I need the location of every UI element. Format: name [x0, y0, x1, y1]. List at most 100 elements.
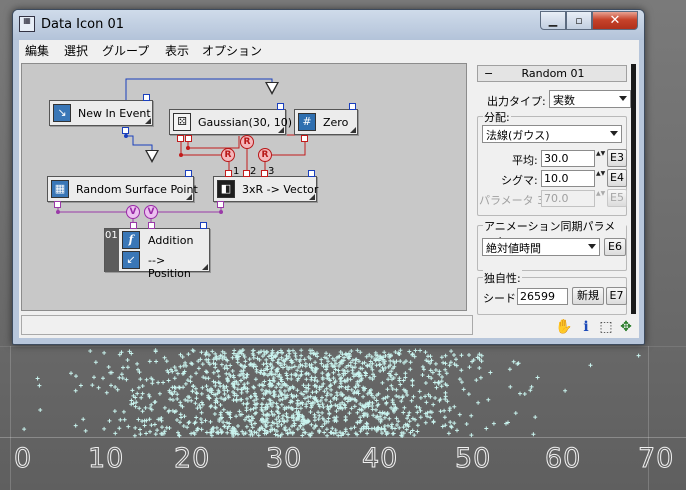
particle-mark — [144, 377, 149, 382]
title-bar[interactable]: ▦ Data Icon 01 ▁ ▫ ✕ — [13, 10, 644, 40]
real-operator-icon[interactable]: R — [258, 148, 272, 162]
particle-view-window[interactable]: ▦ Data Icon 01 ▁ ▫ ✕ 編集 選択 グループ 表示 オプション — [12, 9, 645, 345]
node-addition[interactable]: 01 f ↙ Addition --> Position — [104, 228, 210, 280]
particle-mark — [109, 383, 113, 388]
particle-mark — [467, 353, 471, 357]
spinner-arrows-icon[interactable]: ▲▼ — [596, 170, 605, 187]
vector-operator-icon[interactable]: V — [144, 205, 158, 219]
particle-mark — [112, 409, 117, 414]
node-corner-icon — [145, 118, 151, 124]
output-port[interactable] — [177, 135, 184, 142]
param3-wire-button: E5 — [607, 189, 627, 207]
zoom-region-icon[interactable]: ⬚ — [597, 318, 615, 336]
particle-mark — [331, 376, 336, 381]
particle-mark — [374, 407, 378, 412]
node-3xr-vector[interactable]: ◧ 3xR -> Vector — [213, 176, 318, 202]
node-zero[interactable]: # Zero — [294, 109, 358, 135]
close-button[interactable]: ✕ — [592, 11, 638, 30]
particle-mark — [443, 367, 448, 372]
input-port[interactable] — [308, 170, 315, 177]
particle-mark — [452, 353, 456, 357]
particle-mark — [457, 412, 462, 417]
input-port[interactable] — [185, 170, 192, 177]
spinner-arrows-icon[interactable]: ▲▼ — [596, 150, 605, 167]
minimize-button[interactable]: ▁ — [540, 11, 566, 30]
input-port[interactable] — [130, 222, 137, 229]
anim-sync-wire-button[interactable]: E6 — [604, 238, 626, 256]
particle-mark — [335, 393, 340, 398]
new-seed-button[interactable]: 新規 — [572, 287, 604, 305]
info-icon[interactable]: i — [577, 318, 595, 336]
particle-mark — [328, 399, 333, 404]
particle-mark — [301, 383, 306, 388]
input-port[interactable] — [143, 94, 150, 101]
panel-scrollbar[interactable] — [631, 64, 636, 314]
menu-group[interactable]: グループ — [102, 42, 149, 59]
particle-mark — [442, 415, 447, 420]
particle-mark — [434, 385, 439, 390]
particle-mark — [168, 397, 173, 402]
particle-mark — [358, 415, 363, 420]
hand-pan-icon[interactable]: ✋ — [555, 318, 573, 336]
output-port[interactable] — [217, 201, 224, 208]
particle-mark — [445, 399, 450, 404]
sigma-wire-button[interactable]: E4 — [607, 169, 627, 187]
menu-edit[interactable]: 編集 — [25, 42, 49, 59]
particle-mark — [189, 398, 194, 403]
input-port[interactable] — [225, 170, 232, 177]
node-gaussian[interactable]: ⚄ Gaussian(30, 10) — [169, 109, 292, 135]
axis-tick-label: 0 — [13, 443, 33, 475]
particle-mark — [306, 383, 311, 388]
output-type-dropdown[interactable]: 実数 — [549, 90, 631, 108]
input-port[interactable] — [277, 103, 284, 110]
particle-mark — [284, 371, 289, 376]
particle-mark — [398, 382, 403, 387]
output-port[interactable] — [54, 201, 61, 208]
input-port[interactable] — [148, 222, 155, 229]
maximize-button[interactable]: ▫ — [566, 11, 592, 30]
particle-mark — [533, 415, 538, 420]
real-operator-icon[interactable]: R — [240, 135, 254, 149]
mean-wire-button[interactable]: E3 — [607, 149, 627, 167]
output-port[interactable] — [185, 135, 192, 142]
anim-sync-dropdown[interactable]: 絶対値時間 — [482, 238, 600, 256]
navigate-icon[interactable]: ✥ — [617, 318, 635, 336]
seed-wire-button[interactable]: E7 — [606, 287, 627, 305]
node-graph-canvas[interactable]: ↘ New In Event ⚄ Gaussian(30, 10) # Zero — [21, 63, 467, 311]
particle-mark — [186, 420, 191, 425]
sigma-spinner[interactable]: 10.0 — [541, 170, 595, 187]
particle-mark — [252, 421, 257, 426]
particle-mark — [403, 371, 408, 376]
particle-mark — [83, 428, 88, 433]
node-label: New In Event — [78, 107, 151, 120]
input-port[interactable] — [243, 170, 250, 177]
menu-options[interactable]: オプション — [202, 42, 262, 59]
mean-spinner[interactable]: 30.0 — [541, 150, 595, 167]
output-triangle-icon[interactable] — [265, 82, 279, 95]
output-port[interactable] — [301, 135, 308, 142]
node-corner-icon — [186, 194, 192, 200]
distribution-dropdown[interactable]: 法線(ガウス) — [482, 125, 622, 143]
particle-mark — [143, 405, 148, 410]
real-operator-icon[interactable]: R — [221, 148, 235, 162]
particle-mark — [369, 354, 374, 359]
input-port[interactable] — [200, 222, 207, 229]
pin-number: 2 — [250, 166, 257, 177]
menu-select[interactable]: 選択 — [64, 42, 88, 59]
output-port[interactable] — [122, 127, 129, 134]
seed-spinner[interactable]: 26599 — [517, 288, 568, 305]
rollout-header[interactable]: − Random 01 — [477, 65, 627, 82]
particle-mark — [353, 361, 358, 366]
input-port[interactable] — [261, 170, 268, 177]
particle-mark — [408, 430, 413, 435]
node-new-in-event[interactable]: ↘ New In Event — [49, 100, 153, 126]
input-port[interactable] — [349, 103, 356, 110]
particle-mark — [196, 366, 201, 371]
particle-mark — [531, 432, 536, 437]
node-random-surface-point[interactable]: ▦ Random Surface Point — [47, 176, 198, 202]
menu-view[interactable]: 表示 — [165, 42, 189, 59]
particle-mark — [129, 398, 134, 403]
particle-mark — [410, 383, 415, 388]
output-triangle-icon[interactable] — [145, 150, 159, 163]
vector-operator-icon[interactable]: V — [126, 205, 140, 219]
